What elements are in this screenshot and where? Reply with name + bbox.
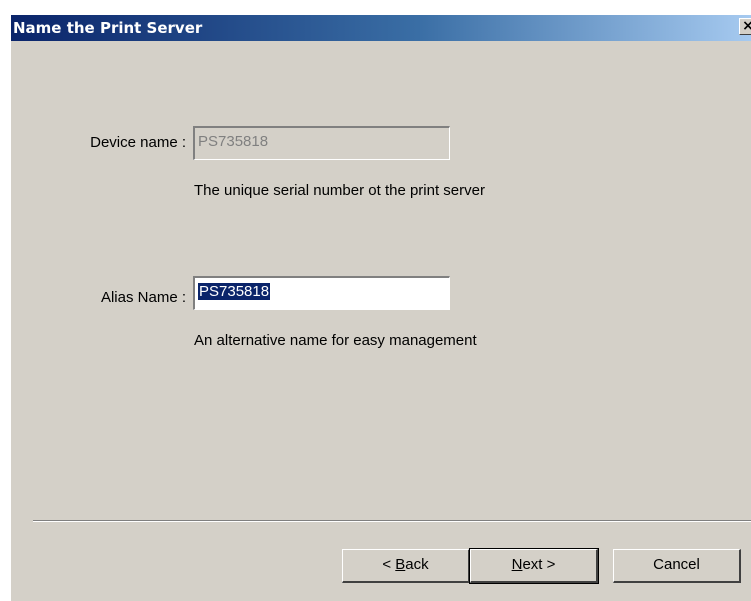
alias-name-value: PS735818: [198, 283, 271, 300]
alias-name-label: Alias Name :: [100, 289, 186, 306]
device-name-field: PS735818: [193, 126, 450, 160]
dialog-window: Name the Print Server × Device name : PS…: [0, 0, 751, 601]
back-rest: ack: [405, 556, 429, 573]
device-name-label: Device name :: [90, 134, 186, 151]
next-button[interactable]: Next >: [469, 548, 599, 584]
alias-name-hint: An alternative name for easy management: [194, 332, 477, 349]
close-icon[interactable]: ×: [739, 18, 751, 35]
title-bar[interactable]: Name the Print Server ×: [11, 15, 751, 41]
back-button[interactable]: < Back: [342, 549, 470, 583]
device-name-value: PS735818: [198, 133, 269, 150]
footer-separator: [33, 520, 751, 522]
cancel-button[interactable]: Cancel: [613, 549, 741, 583]
top-edge: [0, 0, 751, 15]
back-prefix: <: [382, 556, 396, 573]
window-title: Name the Print Server: [13, 19, 203, 37]
back-mnemonic: B: [395, 556, 406, 573]
next-mnemonic: N: [511, 556, 523, 573]
next-rest: ext >: [522, 556, 556, 573]
left-edge: [0, 0, 11, 601]
alias-name-field[interactable]: PS735818: [193, 276, 450, 310]
device-name-hint: The unique serial number ot the print se…: [194, 182, 485, 199]
